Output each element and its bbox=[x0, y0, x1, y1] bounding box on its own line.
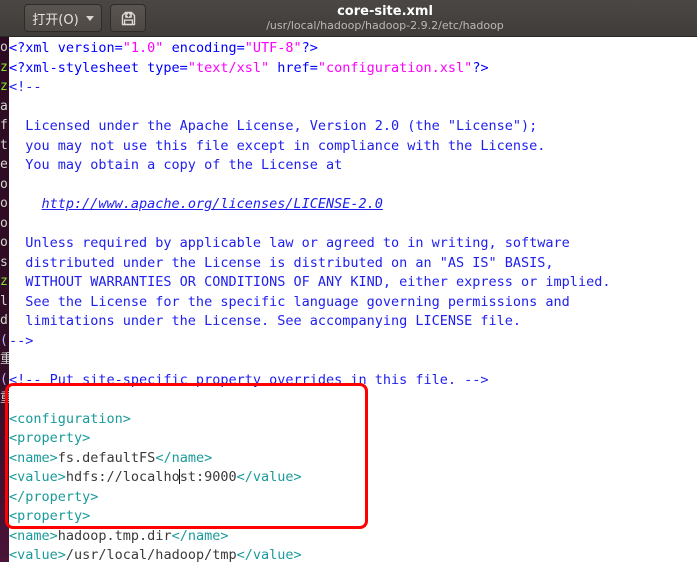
gedit-header-bar: 打开(O) core-site.xml /usr/local/hadoop/ha… bbox=[0, 0, 697, 37]
code-line[interactable]: <!-- bbox=[9, 78, 610, 98]
code-line[interactable]: <?xml-stylesheet type="text/xsl" href="c… bbox=[9, 59, 610, 79]
code-line[interactable] bbox=[9, 215, 610, 235]
screen: Ubuntu 64 位 18.0 打开(O) core-site.xml /us… bbox=[0, 0, 697, 562]
background-terminal-text: z bbox=[0, 79, 8, 94]
background-terminal-window[interactable]: o z z a f t e o o o o s z l d(重(重 bbox=[0, 37, 9, 562]
code-line[interactable]: distributed under the License is distrib… bbox=[9, 254, 610, 274]
code-line[interactable]: <property> bbox=[9, 507, 610, 527]
background-terminal-text: t bbox=[0, 137, 8, 153]
background-terminal-text: o bbox=[0, 196, 8, 211]
code-line[interactable] bbox=[9, 351, 610, 371]
background-terminal-text: z bbox=[0, 274, 8, 289]
background-terminal-text: ( bbox=[0, 332, 8, 348]
code-line[interactable]: <value>/usr/local/hadoop/tmp</value> bbox=[9, 546, 610, 562]
background-terminal-text: s bbox=[0, 254, 8, 270]
save-file-button[interactable] bbox=[110, 4, 146, 32]
license-url-link[interactable]: http://www.apache.org/licenses/LICENSE-2… bbox=[42, 196, 383, 212]
code-line[interactable]: Unless required by applicable law or agr… bbox=[9, 234, 610, 254]
editor-document-area[interactable]: <?xml version="1.0" encoding="UTF-8"?> <?… bbox=[9, 37, 697, 562]
background-terminal-text: 重 bbox=[0, 391, 9, 406]
code-line[interactable]: http://www.apache.org/licenses/LICENSE-2… bbox=[9, 195, 610, 215]
code-line[interactable] bbox=[9, 98, 610, 118]
code-line[interactable]: <value>hdfs://localhost:9000</value> bbox=[9, 468, 610, 488]
code-line[interactable]: <property> bbox=[9, 429, 610, 449]
code-line[interactable]: <name>hadoop.tmp.dir</name> bbox=[9, 527, 610, 547]
code-line[interactable]: </property> bbox=[9, 488, 610, 508]
background-terminal-text: 重 bbox=[0, 352, 9, 367]
code-line[interactable] bbox=[9, 176, 610, 196]
header-titles: core-site.xml /usr/local/hadoop/hadoop-2… bbox=[170, 1, 600, 36]
code-line[interactable]: <!-- Put site-specific property override… bbox=[9, 371, 610, 391]
background-terminal-text: o bbox=[0, 40, 8, 55]
window-subtitle-path: /usr/local/hadoop/hadoop-2.9.2/etc/hadoo… bbox=[266, 19, 504, 32]
code-line[interactable]: WITHOUT WARRANTIES OR CONDITIONS OF ANY … bbox=[9, 273, 610, 293]
xml-source-code[interactable]: <?xml version="1.0" encoding="UTF-8"?> <?… bbox=[9, 39, 610, 562]
background-terminal-text: f bbox=[0, 118, 8, 133]
code-line[interactable]: you may not use this file except in comp… bbox=[9, 137, 610, 157]
code-line[interactable]: Licensed under the Apache License, Versi… bbox=[9, 117, 610, 137]
chevron-down-icon bbox=[85, 15, 94, 21]
code-line[interactable]: limitations under the License. See accom… bbox=[9, 312, 610, 332]
code-line[interactable] bbox=[9, 390, 610, 410]
background-terminal-text: o bbox=[0, 176, 8, 192]
background-terminal-text: e bbox=[0, 157, 8, 172]
code-line[interactable]: See the License for the specific languag… bbox=[9, 293, 610, 313]
code-line[interactable]: You may obtain a copy of the License at bbox=[9, 156, 610, 176]
window-title: core-site.xml bbox=[337, 4, 433, 19]
background-terminal-text: o bbox=[0, 215, 8, 231]
save-floppy-icon bbox=[120, 10, 137, 27]
background-terminal-text: ( bbox=[0, 371, 8, 387]
code-line[interactable]: <?xml version="1.0" encoding="UTF-8"?> bbox=[9, 39, 610, 59]
code-line[interactable]: <name>fs.defaultFS</name> bbox=[9, 449, 610, 469]
background-terminal-text: a bbox=[0, 98, 8, 114]
code-line[interactable]: <configuration> bbox=[9, 410, 610, 430]
code-line[interactable]: --> bbox=[9, 332, 610, 352]
open-button-label: 打开(O) bbox=[32, 12, 79, 28]
open-file-button[interactable]: 打开(O) bbox=[24, 4, 102, 32]
background-terminal-text: d bbox=[0, 313, 8, 328]
background-terminal-text: o bbox=[0, 235, 8, 250]
background-terminal-text: l bbox=[0, 293, 8, 309]
background-terminal-text: z bbox=[0, 59, 8, 75]
